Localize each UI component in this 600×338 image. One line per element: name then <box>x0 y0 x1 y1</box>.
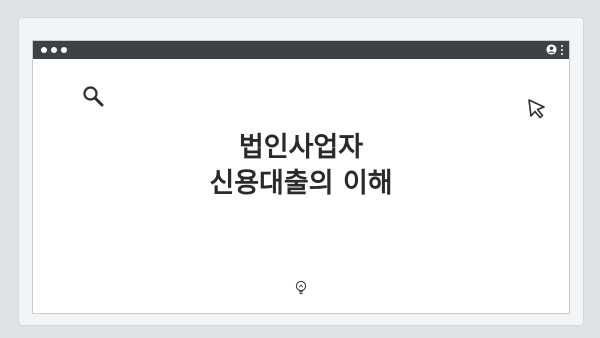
search-icon <box>83 86 104 107</box>
window-controls <box>41 47 67 53</box>
browser-window: 법인사업자 신용대출의 이해 <box>32 40 570 314</box>
window-content: 법인사업자 신용대출의 이해 <box>33 59 569 315</box>
page-title-line-1: 법인사업자 <box>238 132 364 163</box>
maximize-dot-icon[interactable] <box>61 47 67 53</box>
titlebar-actions <box>546 44 563 55</box>
lightbulb-icon <box>295 280 307 295</box>
page-title-line-2: 신용대출의 이해 <box>209 168 393 199</box>
kebab-menu-icon[interactable] <box>561 44 563 55</box>
window-titlebar <box>33 41 569 59</box>
user-icon[interactable] <box>546 44 557 55</box>
minimize-dot-icon[interactable] <box>51 47 57 53</box>
cursor-icon <box>528 99 545 119</box>
close-dot-icon[interactable] <box>41 47 47 53</box>
